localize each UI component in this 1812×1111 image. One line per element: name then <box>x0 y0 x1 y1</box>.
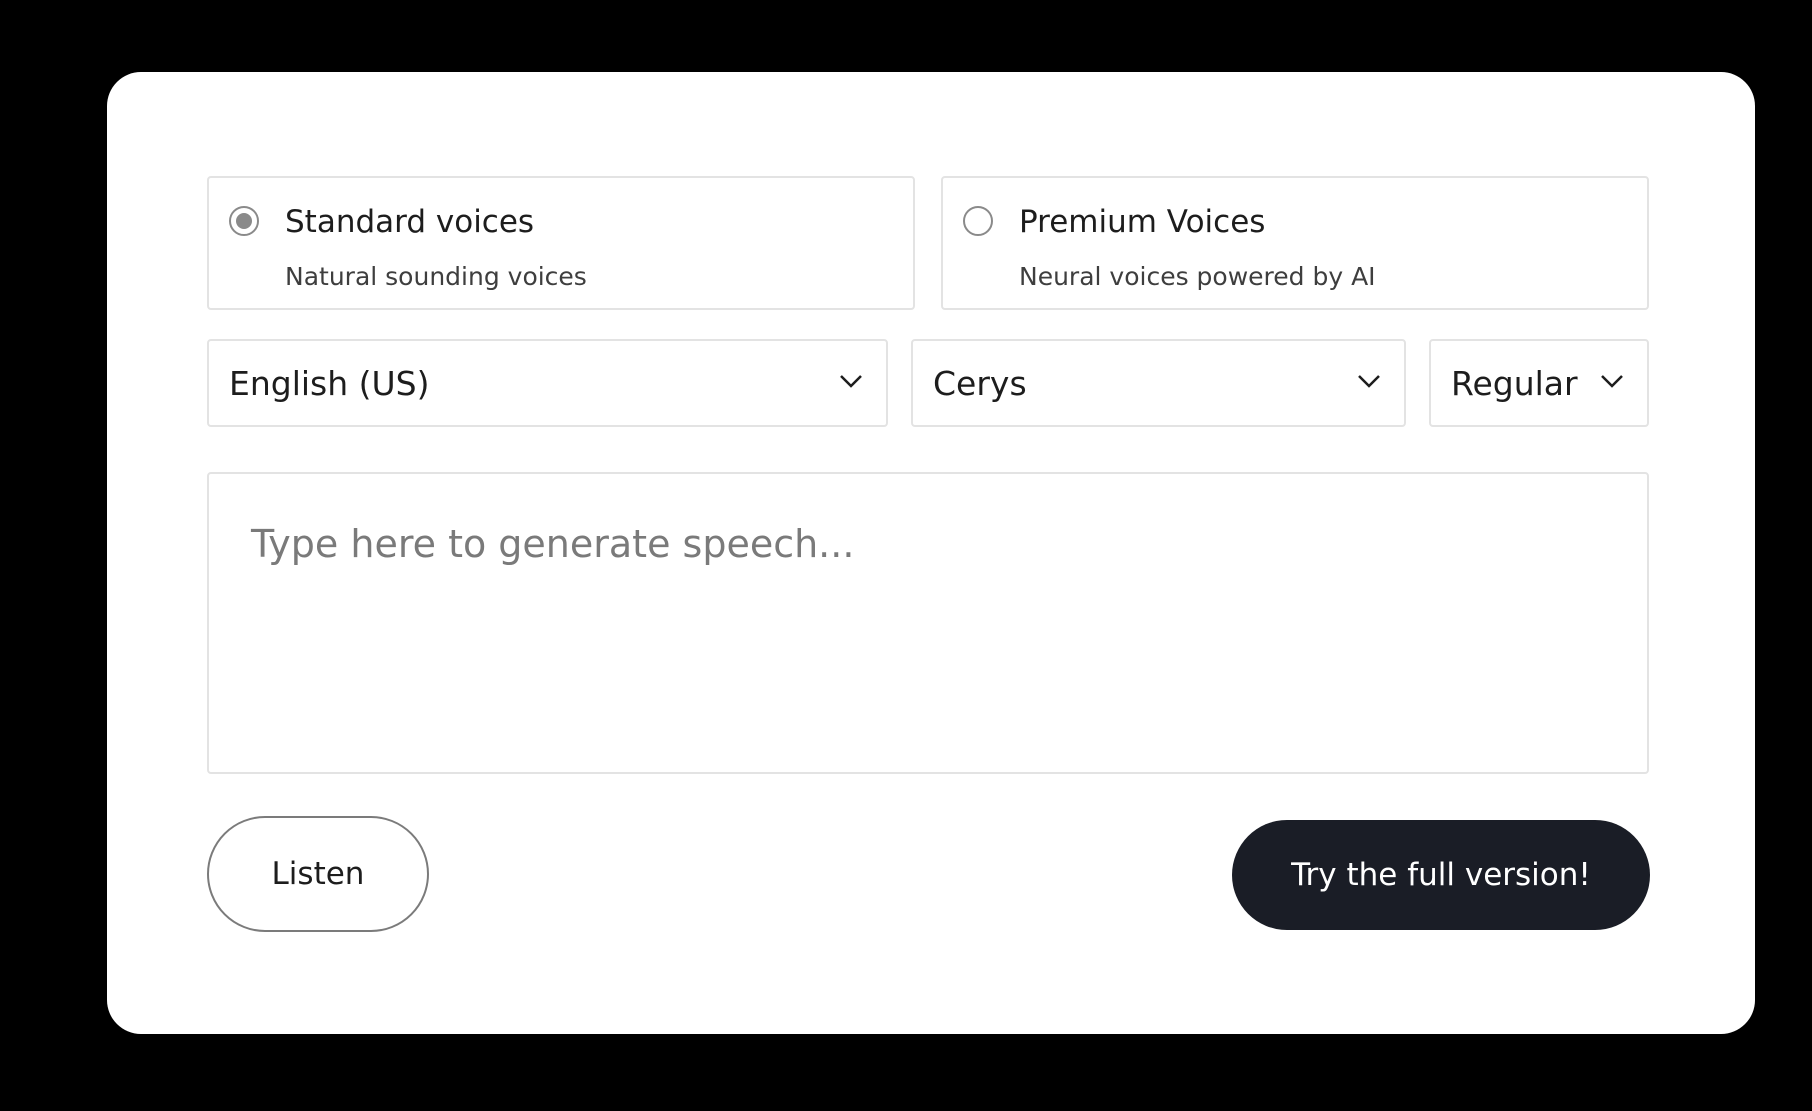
speech-text-input[interactable] <box>209 474 1647 772</box>
chevron-down-icon <box>1601 375 1623 388</box>
standard-voices-radio[interactable] <box>229 206 259 236</box>
speech-text-area <box>207 472 1649 774</box>
chevron-down-icon <box>840 375 862 388</box>
standard-voices-subtitle: Natural sounding voices <box>285 262 587 291</box>
standard-voices-title: Standard voices <box>285 204 535 240</box>
language-select-value: English (US) <box>229 364 430 403</box>
language-select[interactable]: English (US) <box>207 339 888 427</box>
voice-select[interactable]: Cerys <box>911 339 1406 427</box>
try-full-version-button[interactable]: Try the full version! <box>1232 820 1650 930</box>
premium-voices-title: Premium Voices <box>1019 204 1266 240</box>
chevron-down-icon <box>1358 375 1380 388</box>
voice-select-value: Cerys <box>933 364 1027 403</box>
tts-widget-card: Standard voices Natural sounding voices … <box>107 72 1755 1034</box>
premium-voices-option[interactable]: Premium Voices Neural voices powered by … <box>941 176 1649 310</box>
style-select[interactable]: Regular <box>1429 339 1649 427</box>
listen-button[interactable]: Listen <box>207 816 429 932</box>
standard-voices-option[interactable]: Standard voices Natural sounding voices <box>207 176 915 310</box>
premium-voices-subtitle: Neural voices powered by AI <box>1019 262 1376 291</box>
premium-voices-radio[interactable] <box>963 206 993 236</box>
style-select-value: Regular <box>1451 364 1578 403</box>
